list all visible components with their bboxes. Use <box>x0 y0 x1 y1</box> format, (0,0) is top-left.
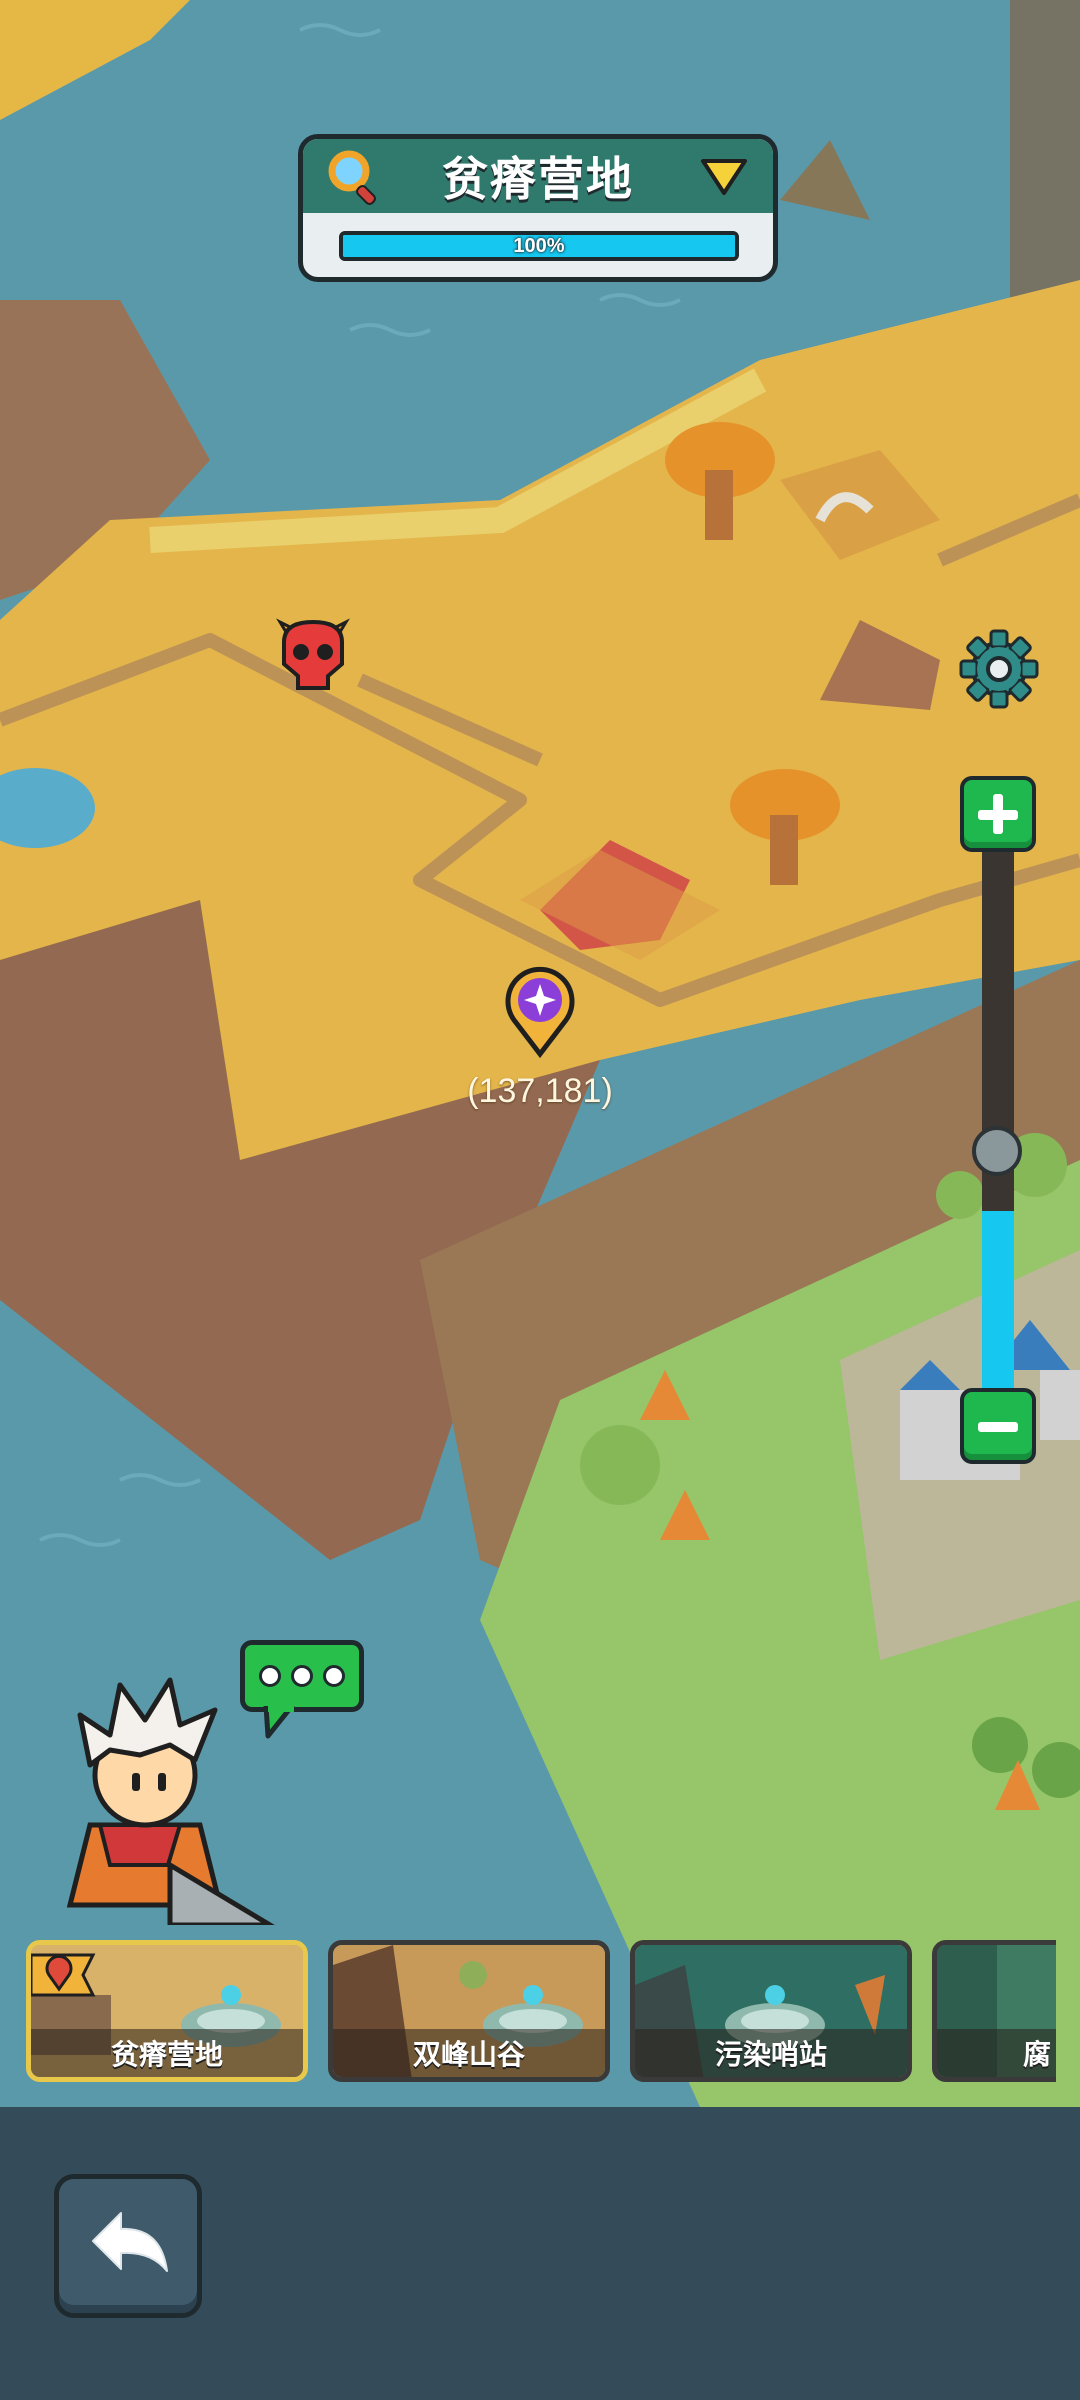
region-header: 贫瘠营地 100% <box>298 134 778 282</box>
star-pin-icon[interactable] <box>500 962 580 1058</box>
zoom-out-button[interactable] <box>960 1388 1036 1464</box>
location-flag-icon <box>31 1953 96 1997</box>
region-card-label: 污染哨站 <box>635 2029 907 2077</box>
chat-dot <box>291 1665 313 1687</box>
region-card-polluted-outpost[interactable]: 污染哨站 <box>630 1940 912 2082</box>
region-card-partial[interactable]: 腐 <box>932 1940 1056 2082</box>
plus-icon-vertical <box>993 794 1003 834</box>
region-card-barren-camp[interactable]: 贫瘠营地 <box>26 1940 308 2082</box>
minus-icon <box>978 1422 1018 1432</box>
chat-bubble-tail <box>263 1706 295 1739</box>
progress-text: 100% <box>513 234 565 257</box>
region-card-label: 腐 <box>937 2029 1056 2077</box>
region-card-label: 双峰山谷 <box>333 2029 605 2077</box>
gear-icon[interactable] <box>958 628 1040 710</box>
coordinate-label: (137,181) <box>467 1072 613 1110</box>
chat-dot <box>323 1665 345 1687</box>
exploration-progress-bar: 100% <box>339 231 739 261</box>
chat-bubble-button[interactable] <box>240 1640 364 1712</box>
region-list[interactable]: 贫瘠营地 双峰山谷 污染哨站 腐 <box>0 1936 1056 2092</box>
region-title: 贫瘠营地 <box>442 152 634 206</box>
region-card-twin-peak-valley[interactable]: 双峰山谷 <box>328 1940 610 2082</box>
demon-skull-icon[interactable] <box>270 612 356 692</box>
triangle-down-icon[interactable] <box>699 155 749 199</box>
hero-character[interactable] <box>50 1675 280 1925</box>
zoom-in-button[interactable] <box>960 776 1036 852</box>
speech-bubble-icon <box>259 1665 281 1687</box>
back-arrow-icon <box>92 2212 168 2272</box>
back-button[interactable] <box>54 2174 202 2318</box>
zoom-slider-handle[interactable] <box>972 1126 1022 1176</box>
region-header-bar: 贫瘠营地 <box>303 139 773 213</box>
magnifier-icon[interactable] <box>325 147 383 205</box>
region-card-label: 贫瘠营地 <box>31 2029 303 2077</box>
